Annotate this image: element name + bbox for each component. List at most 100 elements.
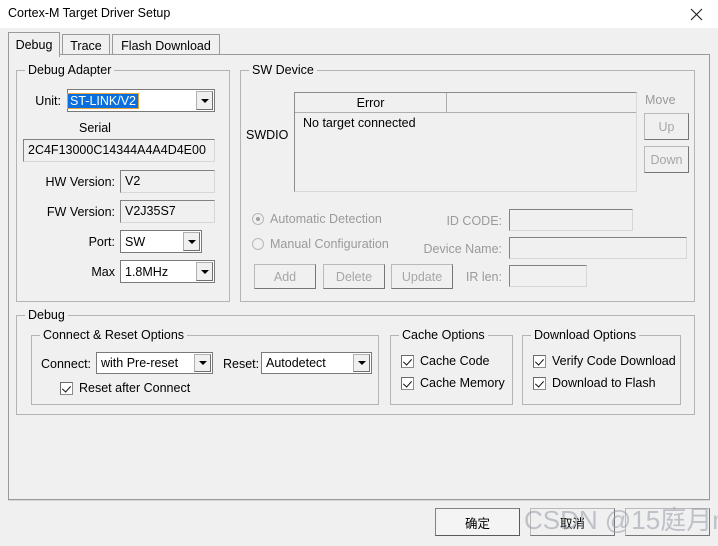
footer-separator — [8, 500, 710, 501]
download-options-legend: Download Options — [531, 328, 640, 342]
tab-trace-label: Trace — [70, 38, 102, 53]
tab-strip: Debug Trace Flash Download — [8, 32, 710, 57]
connect-combobox[interactable]: with Pre-reset — [96, 352, 213, 374]
chevron-down-icon — [187, 239, 196, 244]
add-button[interactable]: Add — [254, 264, 316, 289]
tab-debug-label: Debug — [15, 38, 53, 52]
debug-adapter-legend: Debug Adapter — [25, 63, 115, 77]
cache-memory-label: Cache Memory — [420, 376, 505, 390]
hw-version-label: HW Version: — [45, 175, 115, 189]
checkbox-checked-icon — [533, 354, 546, 368]
reset-value: Autodetect — [266, 356, 326, 370]
column-header-error[interactable]: Error — [295, 93, 447, 113]
title-bar: Cortex-M Target Driver Setup — [0, 0, 718, 29]
unit-label: Unit: — [35, 94, 61, 108]
tab-flash-download-label: Flash Download — [121, 38, 211, 53]
close-window-button[interactable] — [674, 0, 718, 28]
ok-button[interactable]: 确定 — [435, 508, 520, 536]
sw-device-group: SW Device SWDIO Error No target connecte… — [240, 63, 695, 302]
cancel-label: 取消 — [559, 516, 585, 531]
column-header-blank[interactable] — [447, 93, 636, 113]
radio-unselected-icon — [252, 238, 264, 250]
radio-selected-icon — [252, 213, 264, 225]
max-clock-value: 1.8MHz — [125, 264, 169, 279]
chevron-down-icon — [198, 361, 207, 365]
unit-value: ST-LINK/V2 — [67, 92, 139, 109]
delete-label: Delete — [335, 269, 373, 284]
id-code-field[interactable] — [509, 209, 633, 231]
max-clock-dropdown-arrow[interactable] — [196, 262, 213, 281]
cache-code-label: Cache Code — [420, 354, 490, 368]
tab-seam-mask — [9, 54, 59, 56]
ir-len-field[interactable] — [509, 265, 587, 287]
reset-after-connect-label: Reset after Connect — [79, 381, 191, 395]
checkbox-checked-icon — [533, 376, 546, 390]
download-to-flash-checkbox[interactable]: Download to Flash — [533, 376, 656, 390]
fw-version-field: V2J35S7 — [120, 200, 215, 223]
dialog-body: Debug Trace Flash Download Debug Adapter… — [0, 28, 718, 546]
port-dropdown-arrow[interactable] — [183, 232, 200, 251]
fw-version-label: FW Version: — [46, 205, 115, 219]
manual-configuration-label: Manual Configuration — [270, 237, 389, 251]
delete-button[interactable]: Delete — [323, 264, 385, 289]
connect-dropdown-arrow[interactable] — [194, 354, 211, 372]
move-label: Move — [645, 93, 676, 107]
reset-combobox[interactable]: Autodetect — [261, 352, 372, 374]
port-label: Port: — [88, 235, 115, 249]
serial-label: Serial — [79, 121, 111, 135]
automatic-detection-label: Automatic Detection — [270, 212, 382, 226]
move-down-button[interactable]: Down — [644, 146, 689, 173]
move-down-label: Down — [650, 152, 683, 167]
tab-trace[interactable]: Trace — [62, 34, 110, 56]
debug-adapter-group: Debug Adapter Unit: ST-LINK/V2 Serial 2C… — [16, 63, 230, 302]
download-to-flash-label: Download to Flash — [552, 376, 656, 390]
device-name-field[interactable] — [509, 237, 687, 259]
cancel-button[interactable]: 取消 — [530, 508, 615, 536]
port-combobox[interactable]: SW — [120, 230, 202, 253]
cache-code-checkbox[interactable]: Cache Code — [401, 354, 490, 368]
download-options-group: Download Options Verify Code Download Do… — [522, 328, 683, 405]
help-button[interactable] — [625, 508, 710, 536]
reset-after-connect-checkbox[interactable]: Reset after Connect — [60, 381, 190, 395]
tab-flash-download[interactable]: Flash Download — [112, 34, 220, 56]
connect-label: Connect: — [41, 357, 92, 371]
move-up-button[interactable]: Up — [644, 113, 689, 140]
update-button[interactable]: Update — [391, 264, 453, 289]
update-label: Update — [401, 269, 443, 284]
chevron-down-icon — [200, 269, 209, 274]
reset-label: Reset: — [223, 357, 260, 371]
connect-reset-options-legend: Connect & Reset Options — [40, 328, 188, 342]
swdio-label: SWDIO — [246, 128, 289, 142]
chevron-down-icon — [200, 98, 209, 103]
connect-value: with Pre-reset — [101, 356, 179, 370]
verify-code-download-checkbox[interactable]: Verify Code Download — [533, 354, 683, 368]
cache-memory-checkbox[interactable]: Cache Memory — [401, 376, 505, 390]
sw-device-list[interactable]: Error No target connected — [294, 92, 637, 192]
max-clock-label: Max — [91, 265, 115, 279]
port-value: SW — [125, 234, 146, 249]
checkbox-checked-icon — [401, 354, 414, 368]
sw-device-list-header: Error — [295, 93, 636, 113]
window-title: Cortex-M Target Driver Setup — [8, 6, 171, 20]
device-name-label: Device Name: — [423, 242, 503, 256]
verify-code-download-label: Verify Code Download — [552, 354, 676, 368]
sw-device-legend: SW Device — [249, 63, 317, 77]
debug-group-legend: Debug — [25, 308, 68, 322]
reset-dropdown-arrow[interactable] — [353, 354, 370, 372]
row-error-text: No target connected — [303, 116, 416, 130]
unit-combobox[interactable]: ST-LINK/V2 — [67, 89, 215, 112]
serial-field: 2C4F13000C14344A4A4D4E00 — [23, 139, 215, 162]
max-clock-combobox[interactable]: 1.8MHz — [120, 260, 215, 283]
manual-configuration-radio[interactable]: Manual Configuration — [252, 237, 389, 251]
debug-group: Debug Connect & Reset Options Connect: w… — [16, 308, 695, 415]
unit-dropdown-arrow[interactable] — [196, 91, 213, 110]
cache-options-group: Cache Options Cache Code Cache Memory — [390, 328, 513, 405]
add-label: Add — [273, 269, 297, 284]
checkbox-checked-icon — [401, 376, 414, 390]
cache-options-legend: Cache Options — [399, 328, 488, 342]
ok-label: 确定 — [464, 516, 490, 531]
table-row[interactable]: No target connected — [295, 113, 636, 133]
automatic-detection-radio[interactable]: Automatic Detection — [252, 212, 382, 226]
connect-reset-options-group: Connect & Reset Options Connect: with Pr… — [31, 328, 379, 405]
chevron-down-icon — [357, 361, 366, 365]
